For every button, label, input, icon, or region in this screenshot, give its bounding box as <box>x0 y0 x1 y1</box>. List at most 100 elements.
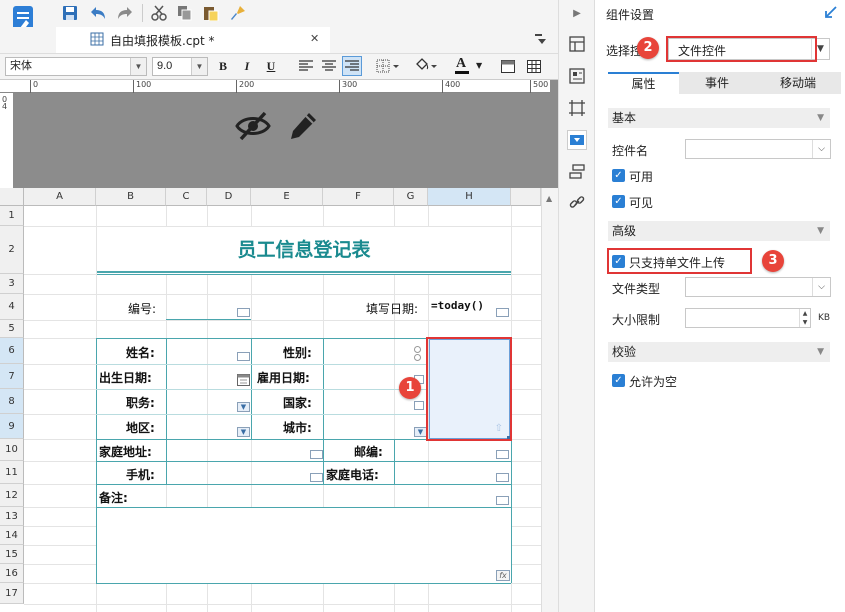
stepper-icon[interactable]: ▲ ▼ <box>799 309 810 327</box>
row-header[interactable]: 7 <box>0 364 24 389</box>
save-icon[interactable] <box>61 4 79 22</box>
dropdown-widget-marker[interactable]: ▼ <box>237 427 250 437</box>
section-advanced[interactable]: 高级 ▼ <box>608 221 830 241</box>
allow-empty-checkbox[interactable]: ✓ <box>612 374 625 387</box>
form-border <box>96 338 428 339</box>
column-header[interactable]: E <box>251 188 323 206</box>
row-header[interactable]: 8 <box>0 389 24 414</box>
hide-parameter-icon[interactable] <box>234 108 272 144</box>
remarks-textarea-cell[interactable] <box>97 508 511 583</box>
row-header[interactable]: 13 <box>0 507 24 526</box>
scroll-up-icon[interactable]: ▲ <box>546 194 552 203</box>
redo-icon[interactable] <box>115 4 135 22</box>
format-brush-icon[interactable] <box>229 4 247 22</box>
ruler-tick: 400 <box>442 80 460 93</box>
tab-menu-icon[interactable] <box>532 31 548 47</box>
formula-marker[interactable]: fx <box>496 570 510 581</box>
column-header[interactable]: B <box>96 188 166 206</box>
pin-arrow-icon[interactable] <box>824 5 838 19</box>
tab-mobile[interactable]: 移动端 <box>755 72 841 94</box>
column-header[interactable]: C <box>166 188 207 206</box>
visible-checkbox[interactable]: ✓ <box>612 195 625 208</box>
widget-settings-icon[interactable] <box>567 130 587 150</box>
spreadsheet[interactable]: A B C D E F G H 1 2 3 4 5 6 7 8 9 10 11 … <box>0 188 541 612</box>
undo-icon[interactable] <box>88 4 108 22</box>
text-widget-marker[interactable] <box>310 473 323 482</box>
widget-name-input[interactable]: ⌵ <box>685 139 831 159</box>
row-header[interactable]: 15 <box>0 545 24 564</box>
text-widget-marker[interactable] <box>496 473 509 482</box>
tab-events[interactable]: 事件 <box>679 72 755 94</box>
calendar-icon[interactable] <box>236 372 250 386</box>
column-header[interactable]: D <box>207 188 251 206</box>
document-tab[interactable]: 自由填报模板.cpt * ✕ <box>56 27 330 53</box>
copy-icon[interactable] <box>176 4 194 22</box>
cell-element-icon[interactable] <box>568 67 586 85</box>
row-header[interactable]: 1 <box>0 206 24 226</box>
freeze-pane-icon[interactable] <box>500 58 516 74</box>
visible-label: 可见 <box>629 196 654 210</box>
italic-button[interactable]: I <box>238 57 256 75</box>
row-header[interactable]: 14 <box>0 526 24 545</box>
row-header[interactable]: 6 <box>0 338 24 364</box>
font-size-select[interactable]: 9.0 ▼ <box>152 57 208 76</box>
align-left-icon[interactable] <box>298 58 314 74</box>
vertical-scrollbar[interactable]: ▲ <box>541 188 558 612</box>
align-right-icon[interactable] <box>342 56 362 76</box>
form-border <box>96 414 428 415</box>
mobile-label: 手机: <box>126 468 155 482</box>
tab-properties[interactable]: 属性 <box>608 72 679 94</box>
radio-widget-marker[interactable] <box>414 346 421 353</box>
row-header[interactable]: 11 <box>0 461 24 484</box>
hyperlink-icon[interactable] <box>568 194 586 212</box>
underline-button[interactable]: U <box>262 57 280 75</box>
today-formula[interactable]: =today() <box>431 299 484 312</box>
row-header[interactable]: 3 <box>0 274 24 294</box>
cut-icon[interactable] <box>150 4 168 22</box>
cell-attribute-icon[interactable] <box>568 35 586 53</box>
font-color-button[interactable]: A ▼ <box>452 56 484 76</box>
table-grid-icon[interactable] <box>526 58 542 74</box>
enabled-checkbox[interactable]: ✓ <box>612 169 625 182</box>
dropdown-widget-marker[interactable] <box>414 401 424 410</box>
collapse-arrow-icon[interactable]: ▶ <box>569 5 585 21</box>
radio-widget-marker[interactable] <box>414 354 421 361</box>
edit-parameter-icon[interactable] <box>286 108 320 144</box>
font-family-select[interactable]: 宋体 ▼ <box>5 57 147 76</box>
dropdown-widget-marker[interactable]: ▼ <box>237 402 250 412</box>
column-header[interactable]: G <box>394 188 428 206</box>
float-element-icon[interactable] <box>568 99 586 117</box>
name-widget-marker[interactable] <box>237 352 250 361</box>
column-header[interactable]: F <box>323 188 394 206</box>
align-center-icon[interactable] <box>321 58 337 74</box>
form-border <box>96 461 511 462</box>
date-widget-marker[interactable] <box>496 308 509 317</box>
row-header[interactable]: 9 <box>0 414 24 439</box>
column-header[interactable]: A <box>24 188 96 206</box>
bold-button[interactable]: B <box>214 57 232 75</box>
row-header[interactable]: 17 <box>0 583 24 604</box>
text-widget-marker[interactable] <box>310 450 323 459</box>
text-widget-marker[interactable] <box>496 450 509 459</box>
section-basic[interactable]: 基本 ▼ <box>608 108 830 128</box>
row-header[interactable]: 10 <box>0 439 24 461</box>
select-all-corner[interactable] <box>0 188 24 206</box>
postcode-label: 邮编: <box>354 445 383 459</box>
fill-color-icon[interactable] <box>413 57 439 75</box>
row-header[interactable]: 16 <box>0 564 24 583</box>
row-header[interactable]: 5 <box>0 320 24 338</box>
text-widget-marker[interactable] <box>496 496 509 505</box>
file-type-select[interactable]: ⌵ <box>685 277 831 297</box>
section-validation[interactable]: 校验 ▼ <box>608 342 830 362</box>
condition-attribute-icon[interactable] <box>568 163 586 181</box>
gender-label: 性别: <box>283 346 312 360</box>
paste-icon[interactable] <box>202 4 220 22</box>
border-icon[interactable] <box>375 58 401 74</box>
row-header[interactable]: 2 <box>0 226 24 274</box>
size-limit-input[interactable]: ▲ ▼ <box>685 308 811 328</box>
column-header[interactable]: H <box>428 188 511 206</box>
close-tab-icon[interactable]: ✕ <box>310 32 319 45</box>
text-widget-marker[interactable] <box>237 308 250 317</box>
row-header[interactable]: 4 <box>0 294 24 320</box>
row-header[interactable]: 12 <box>0 484 24 507</box>
